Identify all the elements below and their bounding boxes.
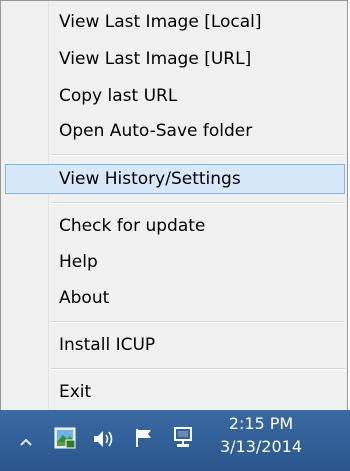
menu-item-label: Copy last URL — [59, 86, 178, 106]
menu-separator — [51, 321, 345, 323]
menu-item-open-auto-save-folder[interactable]: Open Auto-Save folder — [5, 116, 345, 146]
clock-time: 2:15 PM — [228, 414, 294, 433]
menu-item-label: About — [59, 288, 110, 308]
flag-icon[interactable] — [133, 427, 155, 453]
menu-item-install-icup[interactable]: Install ICUP — [5, 330, 345, 360]
menu-separator — [51, 368, 345, 370]
menu-item-copy-last-url[interactable]: Copy last URL — [5, 81, 345, 111]
menu-item-view-history-settings[interactable]: View History/Settings — [5, 164, 345, 194]
menu-item-check-for-update[interactable]: Check for update — [5, 211, 345, 241]
menu-separator — [51, 154, 345, 156]
menu-separator — [51, 202, 345, 204]
menu-item-label: Open Auto-Save folder — [59, 121, 253, 141]
menu-item-help[interactable]: Help — [5, 247, 345, 277]
menu-item-label: Help — [59, 252, 98, 272]
menu-item-label: View Last Image [Local] — [59, 12, 262, 32]
menu-item-label: Check for update — [59, 216, 206, 236]
speaker-icon[interactable] — [92, 428, 116, 454]
menu-item-view-last-image-url[interactable]: View Last Image [URL] — [5, 44, 345, 74]
menu-item-label: View Last Image [URL] — [59, 49, 252, 69]
menu-item-exit[interactable]: Exit — [5, 377, 345, 407]
chevron-up-icon[interactable] — [20, 432, 32, 451]
taskbar: 2:15 PM 3/13/2014 — [0, 410, 350, 471]
app-tray-icon[interactable] — [54, 427, 76, 453]
clock-date: 3/13/2014 — [219, 437, 303, 456]
menu-item-view-last-image-local[interactable]: View Last Image [Local] — [5, 7, 345, 37]
menu-item-label: Exit — [59, 382, 92, 402]
menu-item-label: Install ICUP — [59, 335, 156, 355]
menu-item-about[interactable]: About — [5, 283, 345, 313]
system-clock[interactable]: 2:15 PM 3/13/2014 — [206, 412, 316, 458]
menu-item-label: View History/Settings — [59, 169, 241, 189]
context-menu: View Last Image [Local] View Last Image … — [0, 0, 348, 411]
network-icon[interactable] — [172, 426, 196, 454]
